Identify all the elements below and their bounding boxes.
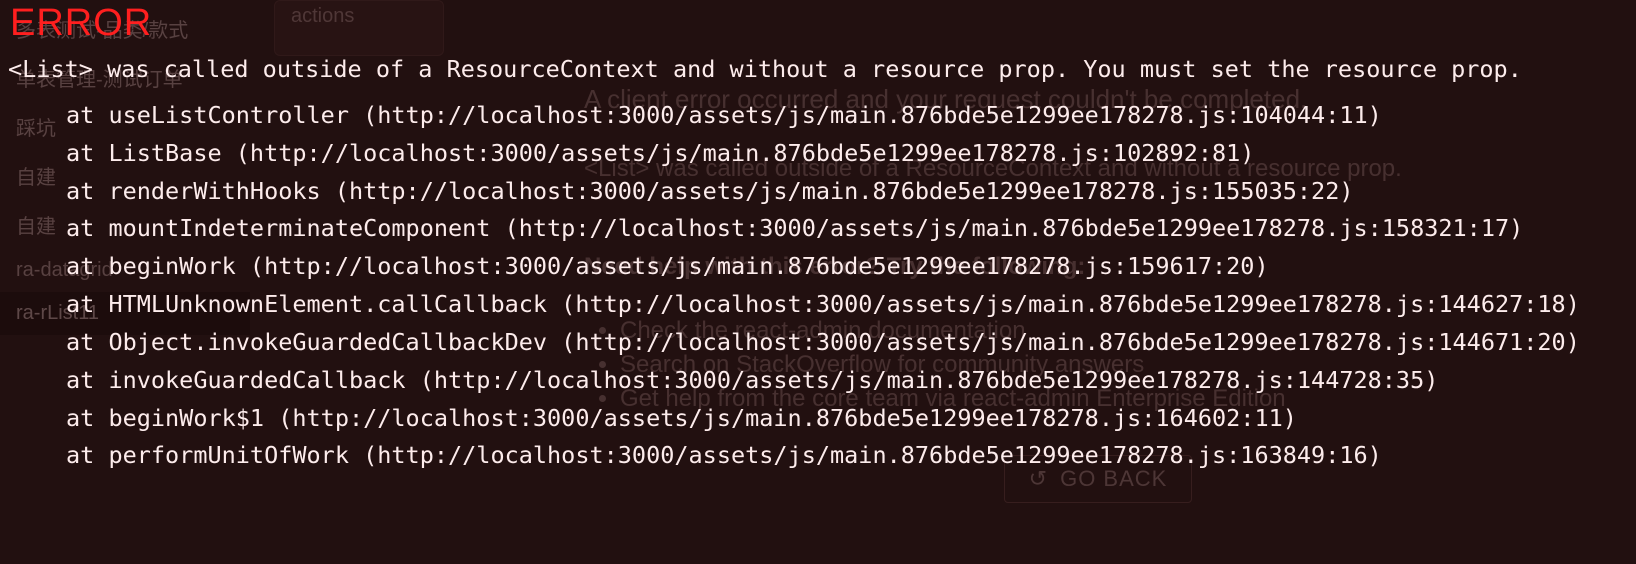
stack-frame-5: at HTMLUnknownElement.callCallback (http… [8, 286, 1628, 324]
stack-frame-0: at useListController (http://localhost:3… [8, 97, 1628, 135]
stack-frame-1: at ListBase (http://localhost:3000/asset… [8, 135, 1628, 173]
stack-frame-4: at beginWork (http://localhost:3000/asse… [8, 248, 1628, 286]
stack-frame-2: at renderWithHooks (http://localhost:300… [8, 173, 1628, 211]
error-label: ERROR [8, 0, 1628, 53]
stack-frame-9: at performUnitOfWork (http://localhost:3… [8, 437, 1628, 475]
stack-frame-8: at beginWork$1 (http://localhost:3000/as… [8, 400, 1628, 438]
stack-frame-3: at mountIndeterminateComponent (http://l… [8, 210, 1628, 248]
stack-frame-7: at invokeGuardedCallback (http://localho… [8, 362, 1628, 400]
error-message: <List> was called outside of a ResourceC… [8, 53, 1628, 97]
error-stack: at useListController (http://localhost:3… [8, 97, 1628, 475]
stack-frame-6: at Object.invokeGuardedCallbackDev (http… [8, 324, 1628, 362]
error-overlay: ERROR <List> was called outside of a Res… [0, 0, 1636, 564]
